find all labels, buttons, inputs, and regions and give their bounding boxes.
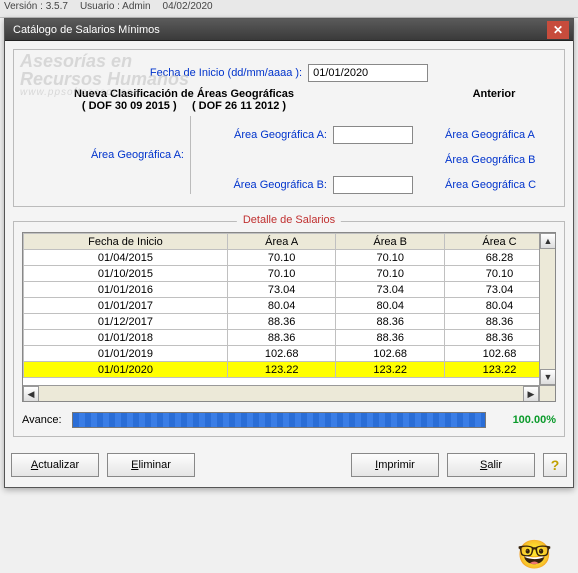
date-label: 04/02/2020 — [163, 1, 213, 16]
table-row[interactable]: 01/12/201788.3688.3688.36 — [24, 314, 555, 330]
area-c-link[interactable]: Área Geográfica C — [445, 179, 536, 191]
grid-header: Fecha de Inicio Área A Área B Área C — [24, 234, 555, 250]
table-cell[interactable]: 01/01/2016 — [24, 282, 228, 298]
table-cell[interactable]: 88.36 — [227, 314, 336, 330]
table-cell[interactable]: 102.68 — [336, 346, 445, 362]
titlebar: Catálogo de Salarios Mínimos ✕ — [5, 19, 573, 41]
table-cell[interactable]: 102.68 — [227, 346, 336, 362]
salary-grid[interactable]: Fecha de Inicio Área A Área B Área C 01/… — [22, 232, 556, 402]
table-cell[interactable]: 70.10 — [227, 266, 336, 282]
progress-fill — [73, 413, 485, 427]
table-cell[interactable]: 123.22 — [227, 362, 336, 378]
table-cell[interactable]: 80.04 — [336, 298, 445, 314]
table-row[interactable]: 01/10/201570.1070.1070.10 — [24, 266, 555, 282]
table-cell[interactable]: 73.04 — [445, 282, 555, 298]
close-icon: ✕ — [553, 23, 563, 37]
table-cell[interactable]: 102.68 — [445, 346, 555, 362]
eliminar-button[interactable]: Eliminar — [107, 453, 195, 477]
table-row[interactable]: 01/01/2020123.22123.22123.22 — [24, 362, 555, 378]
table-cell[interactable]: 88.36 — [336, 330, 445, 346]
table-row[interactable]: 01/01/201673.0473.0473.04 — [24, 282, 555, 298]
table-row[interactable]: 01/01/201888.3688.3688.36 — [24, 330, 555, 346]
button-bar: Actualizar Eliminar Imprimir Salir ? — [5, 445, 573, 487]
window-title: Catálogo de Salarios Mínimos — [9, 24, 547, 36]
help-icon: ? — [551, 457, 560, 473]
table-cell[interactable]: 88.36 — [336, 314, 445, 330]
help-button[interactable]: ? — [543, 453, 567, 477]
col-area-b[interactable]: Área B — [336, 234, 445, 250]
table-cell[interactable]: 01/01/2017 — [24, 298, 228, 314]
area-b-mid-label: Área Geográfica B: — [197, 179, 327, 191]
area-a-input[interactable] — [333, 126, 413, 144]
detalle-title: Detalle de Salarios — [237, 214, 341, 226]
close-button[interactable]: ✕ — [547, 21, 569, 39]
actualizar-button[interactable]: Actualizar — [11, 453, 99, 477]
table-cell[interactable]: 70.10 — [445, 266, 555, 282]
progress-bar — [72, 412, 486, 428]
imprimir-button[interactable]: Imprimir — [351, 453, 439, 477]
table-cell[interactable]: 01/01/2019 — [24, 346, 228, 362]
area-b-link[interactable]: Área Geográfica B — [445, 154, 536, 166]
col-fecha[interactable]: Fecha de Inicio — [24, 234, 228, 250]
table-cell[interactable]: 01/10/2015 — [24, 266, 228, 282]
salir-button[interactable]: Salir — [447, 453, 535, 477]
table-cell[interactable]: 01/04/2015 — [24, 250, 228, 266]
progress-percent: 100.00% — [496, 414, 556, 426]
area-a-mid-label: Área Geográfica A: — [197, 129, 327, 141]
table-row[interactable]: 01/01/201780.0480.0480.04 — [24, 298, 555, 314]
col-area-a[interactable]: Área A — [227, 234, 336, 250]
fecha-inicio-input[interactable] — [308, 64, 428, 82]
table-cell[interactable]: 123.22 — [336, 362, 445, 378]
table-cell[interactable]: 88.36 — [227, 330, 336, 346]
table-cell[interactable]: 70.10 — [336, 266, 445, 282]
table-cell[interactable]: 01/01/2020 — [24, 362, 228, 378]
scroll-up-icon[interactable]: ▲ — [540, 233, 556, 249]
table-cell[interactable]: 70.10 — [336, 250, 445, 266]
fecha-inicio-label: Fecha de Inicio (dd/mm/aaaa ): — [150, 67, 302, 79]
table-cell[interactable]: 70.10 — [227, 250, 336, 266]
user-label: Usuario : Admin — [80, 1, 151, 16]
scroll-left-icon[interactable]: ◀ — [23, 386, 39, 402]
table-cell[interactable]: 80.04 — [445, 298, 555, 314]
table-cell[interactable]: 73.04 — [227, 282, 336, 298]
col-area-c[interactable]: Área C — [445, 234, 555, 250]
scroll-right-icon[interactable]: ▶ — [523, 386, 539, 402]
avance-label: Avance: — [22, 414, 62, 426]
scroll-down-icon[interactable]: ▼ — [540, 369, 556, 385]
scroll-corner — [539, 385, 555, 401]
anterior-label: Anterior — [434, 88, 554, 100]
table-row[interactable]: 01/01/2019102.68102.68102.68 — [24, 346, 555, 362]
scrollbar-horizontal[interactable]: ◀ ▶ — [23, 385, 539, 401]
table-cell[interactable]: 01/01/2018 — [24, 330, 228, 346]
cursor-decoration: 🤓 — [517, 538, 552, 571]
background-statusbar: Versión : 3.5.7 Usuario : Admin 04/02/20… — [0, 0, 578, 18]
table-cell[interactable]: 88.36 — [445, 330, 555, 346]
top-panel: Asesorías en Recursos Humanos www.ppsoft… — [13, 49, 565, 207]
table-cell[interactable]: 01/12/2017 — [24, 314, 228, 330]
area-a-left-label: Área Geográfica A: — [91, 149, 184, 161]
area-b-input[interactable] — [333, 176, 413, 194]
table-cell[interactable]: 123.22 — [445, 362, 555, 378]
area-a-link[interactable]: Área Geográfica A — [445, 129, 535, 141]
dialog-window: Catálogo de Salarios Mínimos ✕ Asesorías… — [4, 18, 574, 488]
dof1-label: ( DOF 30 09 2015 ) — [82, 100, 177, 112]
table-row[interactable]: 01/04/201570.1070.1068.28 — [24, 250, 555, 266]
table-cell[interactable]: 68.28 — [445, 250, 555, 266]
nueva-clasif-label: Nueva Clasificación de Áreas Geográficas — [24, 88, 344, 100]
version-label: Versión : 3.5.7 — [4, 1, 68, 16]
table-cell[interactable]: 80.04 — [227, 298, 336, 314]
scrollbar-vertical[interactable]: ▲ ▼ — [539, 233, 555, 385]
table-cell[interactable]: 88.36 — [445, 314, 555, 330]
detalle-group: Detalle de Salarios Fecha de Inicio Área… — [13, 221, 565, 437]
table-cell[interactable]: 73.04 — [336, 282, 445, 298]
dof2-label: ( DOF 26 11 2012 ) — [192, 100, 286, 112]
